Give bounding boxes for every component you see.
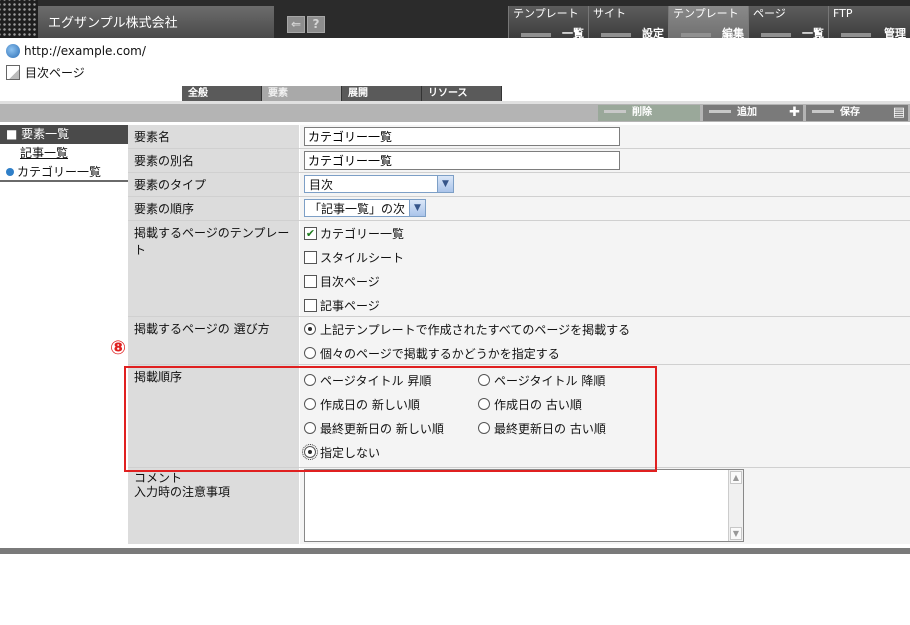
template-option-label: 記事ページ — [320, 298, 380, 313]
row-element-order: 要素の順序 「記事一覧」の次 ▼ — [128, 197, 910, 221]
app-logo — [0, 0, 38, 38]
chevron-down-icon: ▼ — [409, 200, 426, 216]
template-option-label: カテゴリー一覧 — [320, 226, 405, 241]
tab-deploy[interactable]: 展開 — [342, 86, 422, 101]
menu-template-edit-top: テンプレート — [673, 7, 739, 20]
chevron-down-icon: ▼ — [437, 176, 453, 192]
selection-option-label: 個々のページで掲載するかどうかを指定する — [320, 346, 560, 361]
template-option-label: 目次ページ — [320, 274, 380, 289]
menu-page-list[interactable]: ページ 一覧 — [748, 6, 828, 40]
radio-selected[interactable] — [304, 323, 316, 335]
page-name: 目次ページ — [25, 66, 85, 80]
scroll-up-icon[interactable]: ▲ — [730, 471, 742, 484]
element-type-value: 目次 — [309, 177, 334, 192]
menu-ftp-manage[interactable]: FTP 管理 — [828, 6, 910, 40]
highlight-box — [124, 366, 657, 472]
selection-option-all[interactable]: 上記テンプレートで作成されたすべてのページを掲載する — [304, 317, 906, 341]
element-order-label: 要素の順序 — [128, 197, 300, 220]
menu-site-settings-bottom: 設定 — [642, 27, 664, 40]
textarea-scrollbar[interactable]: ▲ ▼ — [728, 470, 743, 541]
company-name: エグザンプル株式会社 — [48, 16, 178, 31]
row-templates: 掲載するページのテンプレート ✔ カテゴリー一覧 スタイルシート 目次ページ 記事… — [128, 221, 910, 317]
plus-icon: ✚ — [789, 105, 800, 120]
page-path-line: 目次ページ — [6, 64, 85, 81]
sidebar-item-article-list[interactable]: 記事一覧 — [0, 144, 128, 163]
tab-resources[interactable]: リソース — [422, 86, 502, 101]
editor-tabs: 全般 要素 展開 リソース — [182, 86, 502, 101]
element-name-input[interactable] — [304, 127, 620, 146]
element-type-label: 要素のタイプ — [128, 173, 300, 196]
delete-button[interactable]: 削除 — [598, 105, 700, 121]
menu-site-settings[interactable]: サイト 設定 — [588, 6, 668, 40]
selected-dot-icon — [6, 168, 14, 176]
globe-icon — [6, 44, 20, 58]
menu-site-settings-top: サイト — [593, 7, 626, 20]
step-marker: ⑧ — [110, 337, 127, 359]
comment-textarea[interactable]: ▲ ▼ — [304, 469, 744, 542]
comment-label-line2: 入力時の注意事項 — [134, 485, 231, 499]
tab-elements[interactable]: 要素 — [262, 86, 342, 101]
delete-button-label: 削除 — [632, 107, 652, 118]
template-option-stylesheet[interactable]: スタイルシート — [304, 245, 906, 269]
templates-label: 掲載するページのテンプレート — [128, 221, 300, 316]
sidebar-item-category-list[interactable]: カテゴリー一覧 — [0, 163, 128, 182]
element-sidebar: ■ 要素一覧 記事一覧 カテゴリー一覧 — [0, 125, 128, 547]
row-selection-method: 掲載するページの 選び方 上記テンプレートで作成されたすべてのページを掲載する … — [128, 317, 910, 365]
checkbox[interactable] — [304, 250, 317, 264]
menu-template-list-bottom: 一覧 — [562, 27, 584, 40]
menu-template-list[interactable]: テンプレート 一覧 — [508, 6, 588, 40]
top-menu: テンプレート 一覧 サイト 設定 テンプレート 編集 ページ 一覧 FTP 管理 — [508, 6, 910, 40]
element-type-select[interactable]: 目次 ▼ — [304, 175, 454, 193]
template-option-index-page[interactable]: 目次ページ — [304, 269, 906, 293]
element-order-value: 「記事一覧」の次 — [309, 201, 406, 216]
add-button[interactable]: 追加 ✚ — [703, 105, 803, 121]
save-button-label: 保存 — [840, 107, 860, 118]
checkbox-checked[interactable]: ✔ — [304, 226, 317, 240]
row-element-type: 要素のタイプ 目次 ▼ — [128, 173, 910, 197]
selection-method-label: 掲載するページの 選び方 — [128, 317, 300, 364]
bottom-bar — [0, 548, 910, 554]
save-button[interactable]: 保存 ▤ — [806, 105, 908, 121]
floppy-icon: ▤ — [892, 105, 905, 120]
template-option-article-page[interactable]: 記事ページ — [304, 293, 906, 317]
row-element-name: 要素名 — [128, 125, 910, 149]
radio[interactable] — [304, 347, 316, 359]
element-alias-input[interactable] — [304, 151, 620, 170]
template-option-category-list[interactable]: ✔ カテゴリー一覧 — [304, 221, 906, 245]
element-order-select[interactable]: 「記事一覧」の次 ▼ — [304, 199, 427, 217]
menu-ftp-manage-bottom: 管理 — [884, 27, 906, 40]
element-form: 要素名 要素の別名 要素のタイプ 目次▼ 要素の順序 「記事一覧」の次▼ 掲載す… — [128, 125, 910, 544]
help-icon[interactable]: ? — [307, 16, 325, 33]
selection-option-label: 上記テンプレートで作成されたすべてのページを掲載する — [320, 322, 631, 337]
menu-template-edit-bottom: 編集 — [722, 27, 744, 40]
template-option-label: スタイルシート — [320, 250, 405, 265]
document-icon — [6, 65, 20, 80]
site-url-line: http://example.com/ — [6, 44, 146, 58]
element-name-label: 要素名 — [128, 125, 300, 148]
add-button-label: 追加 — [737, 107, 757, 118]
site-url[interactable]: http://example.com/ — [24, 44, 146, 58]
top-header: エグザンプル株式会社 ⇐ ? テンプレート 一覧 サイト 設定 テンプレート 編… — [0, 0, 910, 40]
row-comment: コメント 入力時の注意事項 ▲ ▼ — [128, 468, 910, 544]
comment-label-line1: コメント — [134, 471, 183, 485]
sidebar-header-label: 要素一覧 — [21, 127, 70, 141]
menu-page-list-top: ページ — [753, 7, 786, 20]
back-icon[interactable]: ⇐ — [287, 16, 305, 33]
tab-general[interactable]: 全般 — [182, 86, 262, 101]
menu-template-list-top: テンプレート — [513, 7, 579, 20]
selection-option-individual[interactable]: 個々のページで掲載するかどうかを指定する — [304, 341, 906, 365]
menu-template-edit[interactable]: テンプレート 編集 — [668, 6, 748, 40]
sidebar-item-category-list-label: カテゴリー一覧 — [17, 165, 102, 179]
sidebar-header: ■ 要素一覧 — [0, 125, 128, 144]
element-alias-label: 要素の別名 — [128, 149, 300, 172]
checkbox[interactable] — [304, 274, 317, 288]
menu-ftp-manage-top: FTP — [833, 7, 853, 20]
scroll-down-icon[interactable]: ▼ — [730, 527, 742, 540]
checkbox[interactable] — [304, 298, 317, 312]
comment-label: コメント 入力時の注意事項 — [128, 468, 300, 544]
menu-page-list-bottom: 一覧 — [802, 27, 824, 40]
row-element-alias: 要素の別名 — [128, 149, 910, 173]
action-bar: 削除 追加 ✚ 保存 ▤ — [0, 101, 910, 122]
